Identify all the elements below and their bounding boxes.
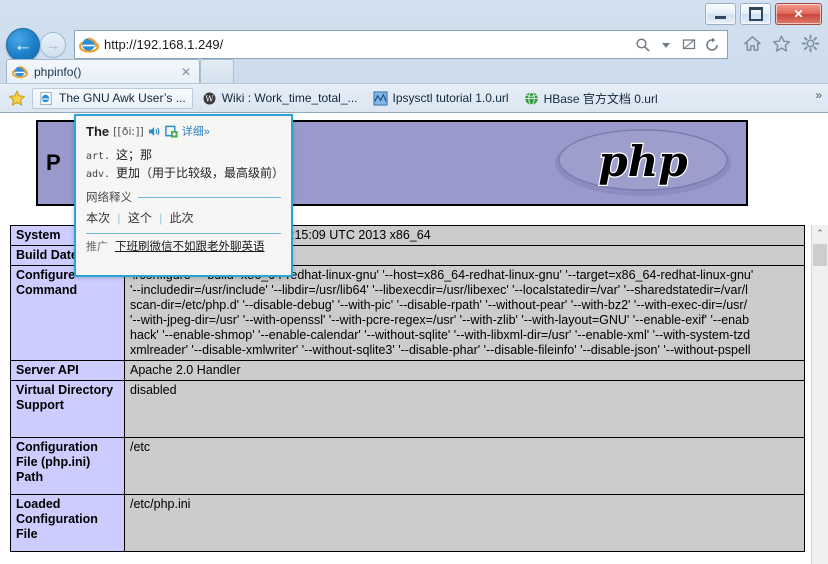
web-term[interactable]: 本次	[86, 211, 110, 225]
add-to-wordbook-icon[interactable]	[164, 125, 178, 138]
dictionary-word: The	[86, 123, 110, 139]
toolbar-icons	[743, 34, 820, 53]
dictionary-definitions: art. 这；那 adv. 更加（用于比较级，最高级前）	[76, 143, 291, 184]
php-logo-icon: php	[555, 129, 731, 196]
promotion-row: 推广 下班刷微信不如跟老外聊英语	[76, 234, 291, 254]
internet-explorer-icon	[12, 65, 28, 78]
scrollbar-thumb[interactable]	[813, 244, 827, 266]
search-icon[interactable]	[635, 37, 651, 53]
ie-page-icon	[40, 91, 52, 105]
web-terms-list: 本次 | 这个 | 此次	[76, 207, 291, 226]
row-key: Loaded Configuration File	[10, 494, 125, 552]
favorite-item-hbase[interactable]: HBase 官方文档 0.url	[518, 88, 664, 109]
definition-row: adv. 更加（用于比较级，最高级前）	[86, 164, 291, 181]
separator: |	[159, 211, 163, 225]
scroll-up-icon[interactable]: ⌃	[812, 225, 828, 242]
favorites-bar: The GNU Awk User’s ... W Wiki : Work_tim…	[0, 83, 828, 113]
separator: |	[117, 211, 121, 225]
refresh-icon[interactable]	[704, 37, 720, 53]
configure-line: '--with-jpeg-dir=/usr' '--with-openssl' …	[130, 313, 750, 327]
table-row: Configure Command './configure' '--build…	[10, 265, 805, 361]
dictionary-phonetic: [[ðiː]]	[113, 124, 144, 138]
row-key: Server API	[10, 360, 125, 381]
maximize-icon	[748, 7, 763, 21]
title-bar: ✕	[0, 0, 828, 26]
tools-gear-icon[interactable]	[801, 34, 820, 53]
web-definitions-header: 网络释义	[76, 184, 291, 207]
divider	[138, 196, 281, 198]
browser-window: ✕ ← → http://192.168.1.249/ phpinfo() ✕ …	[0, 0, 828, 564]
home-icon[interactable]	[743, 34, 762, 53]
close-button[interactable]: ✕	[775, 3, 822, 25]
dictionary-popup[interactable]: The [[ðiː]] 详细» art. 这；那 adv. 更加（用于比较级，最…	[74, 114, 293, 277]
new-tab-button[interactable]	[200, 59, 234, 83]
add-to-favorites-icon[interactable]	[8, 89, 26, 107]
back-button[interactable]: ←	[6, 28, 40, 62]
php-version-text: P	[46, 150, 61, 175]
table-row: Server API Apache 2.0 Handler	[10, 360, 805, 381]
favorite-item-wiki[interactable]: W Wiki : Work_time_total_...	[196, 89, 364, 108]
speaker-icon[interactable]	[148, 125, 161, 138]
configure-line: hack' '--enable-shmop' '--enable-calenda…	[130, 328, 751, 342]
row-key: Configuration File (php.ini) Path	[10, 437, 125, 495]
address-bar-icons	[635, 37, 720, 53]
dictionary-detail-link[interactable]: 详细»	[182, 123, 210, 139]
favorite-item-label: HBase 官方文档 0.url	[543, 91, 658, 106]
favorite-item-label: The GNU Awk User’s ...	[59, 91, 186, 105]
favorite-item-ipsysctl[interactable]: Ipsysctl tutorial 1.0.url	[367, 89, 515, 108]
forward-button[interactable]: →	[40, 32, 66, 58]
configure-line: xmlreader' '--disable-xmlwriter' '--with…	[130, 343, 751, 357]
tab-strip: phpinfo() ✕	[0, 59, 828, 83]
row-key: Virtual Directory Support	[10, 380, 125, 438]
row-value: Apache 2.0 Handler	[124, 360, 805, 381]
tab-close-icon[interactable]: ✕	[181, 65, 191, 79]
configure-line: '--includedir=/usr/include' '--libdir=/u…	[130, 283, 748, 297]
table-row: Loaded Configuration File /etc/php.ini	[10, 494, 805, 552]
minimize-button[interactable]	[705, 3, 736, 25]
promotion-tag: 推广	[86, 241, 108, 253]
tab-label: phpinfo()	[34, 64, 82, 79]
svg-text:php: php	[598, 137, 687, 186]
definition-text: 更加（用于比较级，最高级前）	[116, 166, 285, 180]
blue-square-icon	[373, 90, 388, 106]
row-value: disabled	[124, 380, 805, 438]
definition-row: art. 这；那	[86, 146, 291, 163]
favorite-item-label: Ipsysctl tutorial 1.0.url	[392, 91, 509, 105]
web-definitions-label: 网络释义	[86, 192, 132, 204]
row-value: /etc/php.ini	[124, 494, 805, 552]
favorites-star-icon[interactable]	[772, 34, 791, 53]
address-bar[interactable]: http://192.168.1.249/	[74, 30, 728, 59]
part-of-speech: art.	[86, 151, 111, 162]
tab-phpinfo[interactable]: phpinfo() ✕	[6, 59, 200, 83]
svg-text:W: W	[205, 94, 214, 103]
chevron-down-icon[interactable]	[658, 37, 674, 53]
wiki-icon: W	[203, 92, 216, 104]
favorite-item-gnu-awk[interactable]: The GNU Awk User’s ...	[32, 87, 193, 109]
row-value: './configure' '--build=x86_64-redhat-lin…	[124, 265, 805, 361]
favorites-overflow-icon[interactable]: »	[815, 88, 822, 102]
minimize-icon	[715, 15, 726, 19]
web-term[interactable]: 此次	[170, 211, 194, 225]
navigation-bar: ← → http://192.168.1.249/	[0, 26, 828, 62]
row-key: Configure Command	[10, 265, 125, 361]
url-text[interactable]: http://192.168.1.249/	[104, 37, 635, 52]
maximize-button[interactable]	[740, 3, 771, 25]
definition-text: 这；那	[116, 148, 153, 162]
window-controls: ✕	[705, 3, 822, 25]
globe-icon	[524, 91, 538, 105]
compatibility-view-icon[interactable]	[681, 37, 697, 53]
web-term[interactable]: 这个	[128, 211, 152, 225]
table-row: Configuration File (php.ini) Path /etc	[10, 437, 805, 495]
configure-line: scan-dir=/etc/php.d' '--disable-debug' '…	[130, 298, 748, 312]
internet-explorer-icon	[79, 36, 99, 53]
vertical-scrollbar[interactable]: ⌃	[811, 225, 828, 564]
promotion-link[interactable]: 下班刷微信不如跟老外聊英语	[115, 238, 265, 254]
favorite-item-label: Wiki : Work_time_total_...	[221, 91, 358, 105]
dictionary-header: The [[ðiː]] 详细»	[76, 116, 291, 143]
row-value: /etc	[124, 437, 805, 495]
table-row: Virtual Directory Support disabled	[10, 380, 805, 438]
part-of-speech: adv.	[86, 169, 111, 180]
